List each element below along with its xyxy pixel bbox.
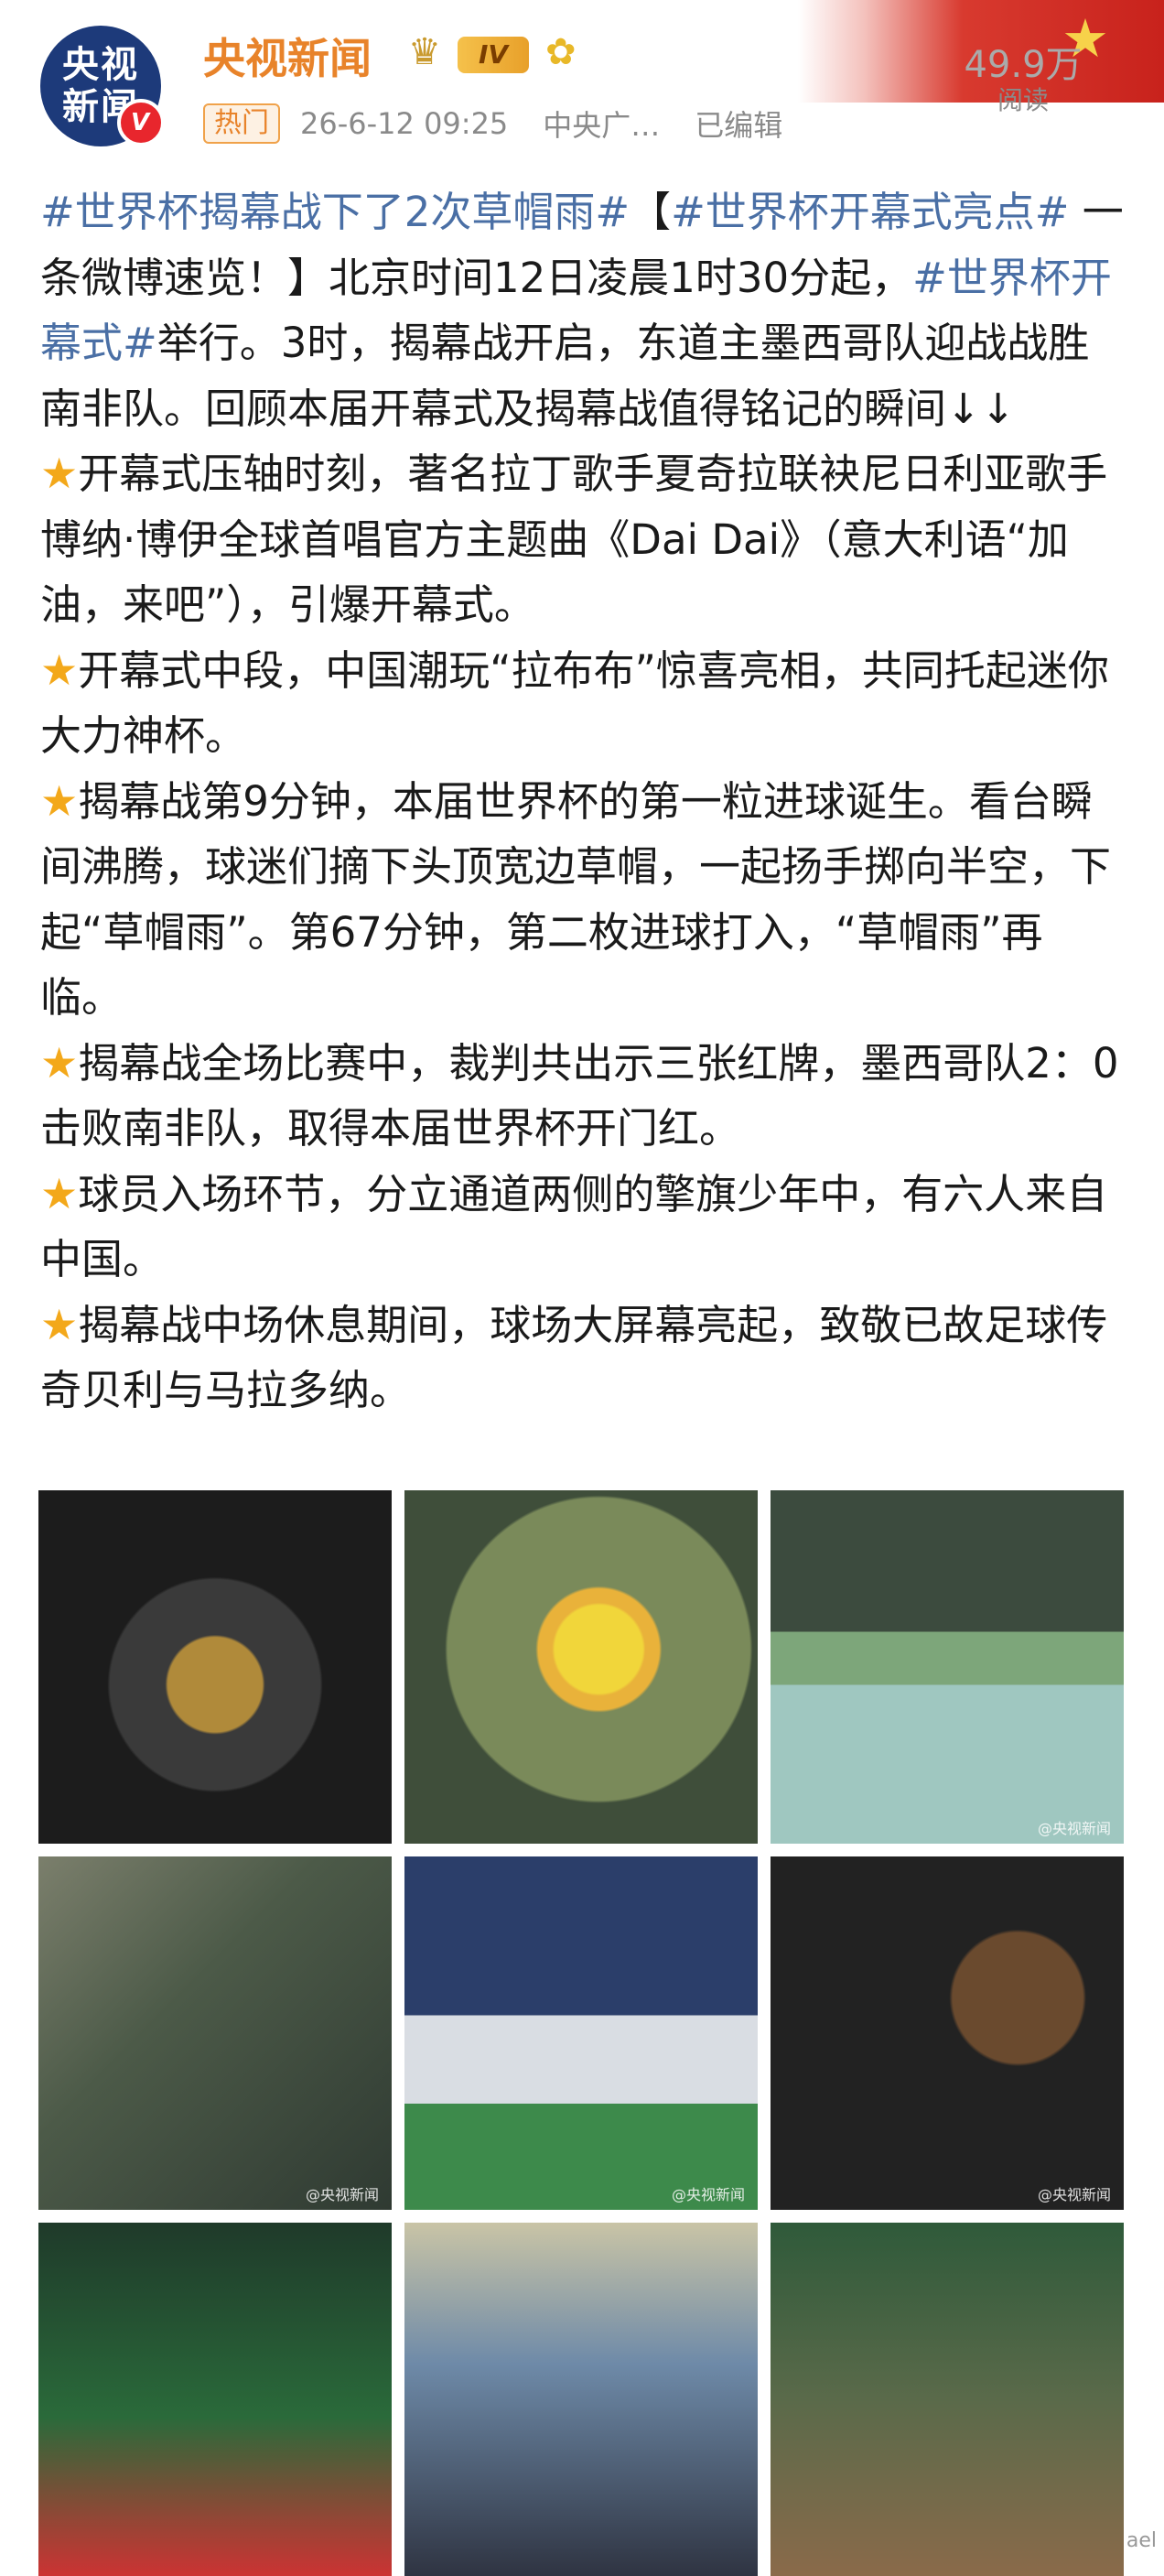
- flower-icon: ✿: [545, 31, 577, 73]
- verified-icon: V: [117, 99, 165, 146]
- bullet-text: 球员入场环节，分立通道两侧的擎旗少年中，有六人来自中国。: [40, 1169, 1108, 1284]
- star-icon: ★: [40, 1299, 79, 1349]
- bullet-item: ★揭幕战中场休息期间，球场大屏幕亮起，致敬已故足球传奇贝利与马拉多纳。: [40, 1293, 1124, 1423]
- image-watermark: @央视新闻: [1037, 1820, 1111, 1837]
- star-icon: ★: [40, 1168, 79, 1218]
- post-meta: 热门 26-6-12 09:25 中央广… 已编辑: [203, 101, 782, 146]
- bullet-item: ★开幕式压轴时刻，著名拉丁歌手夏奇拉联袂尼日利亚歌手博纳·博伊全球首唱官方主题曲…: [40, 441, 1124, 638]
- read-count-number: 49.9万: [964, 44, 1083, 86]
- image-team-huddle[interactable]: [771, 2223, 1124, 2576]
- image-flags-parade[interactable]: @央视新闻: [404, 1856, 758, 2210]
- bullet-text: 揭幕战全场比赛中，裁判共出示三张红牌，墨西哥队2：0击败南非队，取得本届世界杯开…: [40, 1038, 1119, 1153]
- hashtag-link[interactable]: #世界杯揭幕战下了2次草帽雨#: [40, 188, 630, 236]
- post-body: #世界杯揭幕战下了2次草帽雨#【#世界杯开幕式亮点# 一条微博速览！】北京时间1…: [40, 179, 1124, 1423]
- bullet-text: 揭幕战中场休息期间，球场大屏幕亮起，致敬已故足球传奇贝利与马拉多纳。: [40, 1300, 1108, 1415]
- image-singer-yellow[interactable]: [404, 1490, 758, 1844]
- avatar[interactable]: 央视 新闻 V: [40, 26, 165, 146]
- image-crowd-stands[interactable]: @央视新闻: [38, 1856, 392, 2210]
- post-source[interactable]: 中央广…: [543, 103, 660, 145]
- hashtag-link[interactable]: #世界杯开幕式亮点#: [671, 188, 1069, 236]
- post-timestamp: 26-6-12 09:25: [300, 106, 509, 141]
- username[interactable]: 央视新闻: [203, 26, 372, 86]
- image-watermark: @央视新闻: [305, 2186, 379, 2203]
- bullet-item: ★揭幕战第9分钟，本届世界杯的第一粒进球诞生。看台瞬间沸腾，球迷们摘下头顶宽边草…: [40, 769, 1124, 1031]
- bullet-text: 开幕式压轴时刻，著名拉丁歌手夏奇拉联袂尼日利亚歌手博纳·博伊全球首唱官方主题曲《…: [40, 449, 1108, 629]
- image-watermark: @央视新闻: [671, 2186, 745, 2203]
- bracket-open: 【: [630, 188, 672, 236]
- image-maradona-trophy[interactable]: [404, 2223, 758, 2576]
- intro-text: 举行。3时，揭幕战开启，东道主墨西哥队迎战战胜南非队。回顾本届开幕式及揭幕战值得…: [40, 319, 1090, 433]
- crown-icon: ♛: [408, 31, 441, 73]
- star-icon: ★: [40, 449, 79, 498]
- image-watermark: @央视新闻: [1037, 2186, 1111, 2203]
- bullet-text: 开幕式中段，中国潮玩“拉布布”惊喜亮相，共同托起迷你大力神杯。: [40, 645, 1109, 761]
- image-trophy-smoke[interactable]: [38, 1490, 392, 1844]
- bullet-item: ★开幕式中段，中国潮玩“拉布布”惊喜亮相，共同托起迷你大力神杯。: [40, 638, 1124, 769]
- bullet-item: ★揭幕战全场比赛中，裁判共出示三张红牌，墨西哥队2：0击败南非队，取得本届世界杯…: [40, 1031, 1124, 1162]
- image-players-celebrate[interactable]: [38, 2223, 392, 2576]
- image-labubu-pitch[interactable]: @央视新闻: [771, 1490, 1124, 1844]
- read-count: 49.9万 阅读: [941, 44, 1105, 115]
- edited-label[interactable]: 已编辑: [695, 103, 782, 145]
- star-icon: ★: [40, 1037, 79, 1088]
- star-icon: ★: [40, 644, 79, 695]
- bullet-text: 揭幕战第9分钟，本届世界杯的第一粒进球诞生。看台瞬间沸腾，球迷们摘下头顶宽边草帽…: [40, 776, 1112, 1023]
- avatar-text-top: 央视: [62, 44, 139, 86]
- star-icon: ★: [40, 775, 79, 826]
- hot-tag[interactable]: 热门: [203, 103, 280, 144]
- level-badge[interactable]: IV: [458, 37, 529, 73]
- post-header: 央视 新闻 V 央视新闻 ♛ IV ✿ ★ 49.9万 阅读 热门 26-6-1…: [0, 0, 1164, 174]
- image-pele-tribute[interactable]: @央视新闻: [771, 1856, 1124, 2210]
- post-intro: #世界杯揭幕战下了2次草帽雨#【#世界杯开幕式亮点# 一条微博速览！】北京时间1…: [40, 179, 1124, 441]
- bullet-item: ★球员入场环节，分立通道两侧的擎旗少年中，有六人来自中国。: [40, 1162, 1124, 1293]
- read-count-label: 阅读: [997, 85, 1049, 115]
- corner-watermark: ael: [1126, 2529, 1157, 2552]
